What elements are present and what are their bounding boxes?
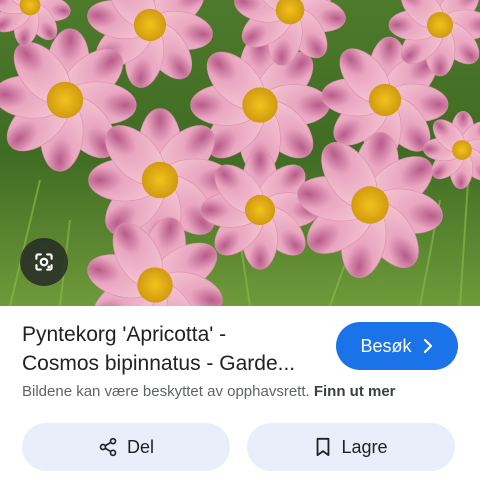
share-icon [98,437,118,457]
bookmark-icon [314,437,332,457]
visit-button[interactable]: Besøk [336,322,458,370]
save-button[interactable]: Lagre [247,423,455,471]
share-label: Del [126,436,154,457]
save-label: Lagre [341,436,388,457]
copyright-text: Bildene kan være beskyttet av opphavsret… [22,383,310,400]
lens-icon [35,253,53,271]
result-title-line-1: Pyntekorg 'Apricotta' - [22,323,227,346]
result-image[interactable] [0,0,480,306]
learn-more-link[interactable]: Finn ut mer [314,383,396,400]
flower-photo [0,0,480,306]
flower [200,150,320,270]
copyright-notice: Bildene kan være beskyttet av opphavsret… [22,382,462,402]
result-title-line-2: Cosmos bipinnatus - Garde... [22,352,296,375]
lens-search-button[interactable] [20,238,68,286]
result-title[interactable]: Pyntekorg 'Apricotta' - Cosmos bipinnatu… [22,320,327,378]
chevron-right-icon [422,338,434,354]
visit-button-label: Besøk [360,335,412,356]
share-button[interactable]: Del [22,423,230,471]
